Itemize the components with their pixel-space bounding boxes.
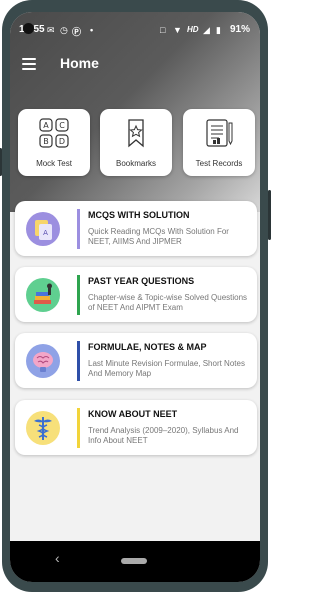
tile-label-test-records: Test Records [195, 159, 243, 168]
svg-text:D: D [59, 137, 65, 146]
hd-icon: HD [187, 25, 199, 34]
back-icon[interactable]: ‹ [55, 550, 60, 566]
card-description: Last Minute Revision Formulae, Short Not… [88, 359, 245, 378]
message-icon: ✉ [47, 25, 55, 35]
svg-text:C: C [59, 121, 65, 130]
vibrate-icon: □ [160, 25, 166, 35]
books-icon [26, 278, 60, 312]
card-know-about-neet[interactable]: KNOW ABOUT NEET Trend Analysis (2009–202… [15, 400, 257, 455]
hamburger-menu-icon[interactable] [22, 58, 36, 70]
tile-mock-test[interactable]: A C B D Mock Test [18, 109, 90, 176]
svg-text:B: B [43, 137, 49, 146]
caduceus-icon [26, 411, 60, 445]
wifi-icon: ▼ [173, 25, 182, 35]
clock-icon: ◷ [60, 25, 68, 35]
card-accent-bar [77, 408, 80, 448]
card-title: KNOW ABOUT NEET [88, 409, 178, 419]
svg-text:A: A [43, 229, 48, 237]
power-button [0, 148, 2, 176]
system-nav-bar: ‹ [10, 541, 260, 582]
signal-icon: ◢ [203, 25, 210, 35]
mcq-icon: A [26, 212, 60, 246]
tile-label-bookmarks: Bookmarks [115, 159, 156, 168]
status-bar: 10:55 ✉ ◷ Ⓟ • □ ▼ HD ◢ ▮ 91% [10, 12, 260, 48]
records-document-icon [203, 117, 235, 149]
page-title: Home [60, 55, 99, 71]
brain-icon [26, 344, 60, 378]
p-icon: Ⓟ [72, 27, 82, 37]
battery-icon: ▮ [216, 25, 221, 35]
tile-bookmarks[interactable]: Bookmarks [100, 109, 172, 176]
tile-label-mock-test: Mock Test [36, 159, 72, 168]
card-accent-bar [77, 275, 80, 315]
volume-button [268, 190, 271, 240]
card-title: MCQS WITH SOLUTION [88, 210, 190, 220]
card-formulae-notes-map[interactable]: FORMULAE, NOTES & MAP Last Minute Revisi… [15, 333, 257, 388]
dot-icon: • [90, 25, 94, 35]
camera-hole [23, 23, 34, 34]
card-accent-bar [77, 209, 80, 249]
svg-text:A: A [43, 121, 49, 130]
card-past-year-questions[interactable]: PAST YEAR QUESTIONS Chapter-wise & Topic… [15, 267, 257, 322]
card-accent-bar [77, 341, 80, 381]
app-screen: 10:55 ✉ ◷ Ⓟ • □ ▼ HD ◢ ▮ 91% Home [10, 12, 260, 582]
abc-grid-icon: A C B D [38, 117, 70, 149]
card-title: PAST YEAR QUESTIONS [88, 276, 195, 286]
bookmark-star-icon [120, 117, 152, 149]
tile-test-records[interactable]: Test Records [183, 109, 255, 176]
card-description: Quick Reading MCQs With Solution For NEE… [88, 227, 229, 246]
card-description: Trend Analysis (2009–2020), Syllabus And… [88, 426, 239, 445]
card-mcqs-with-solution[interactable]: A MCQS WITH SOLUTION Quick Reading MCQs … [15, 201, 257, 256]
card-description: Chapter-wise & Topic-wise Solved Questio… [88, 293, 248, 312]
battery-percent: 91% [229, 24, 250, 35]
home-pill-button[interactable] [121, 558, 147, 564]
phone-frame: 10:55 ✉ ◷ Ⓟ • □ ▼ HD ◢ ▮ 91% Home [0, 0, 271, 592]
card-title: FORMULAE, NOTES & MAP [88, 342, 207, 352]
